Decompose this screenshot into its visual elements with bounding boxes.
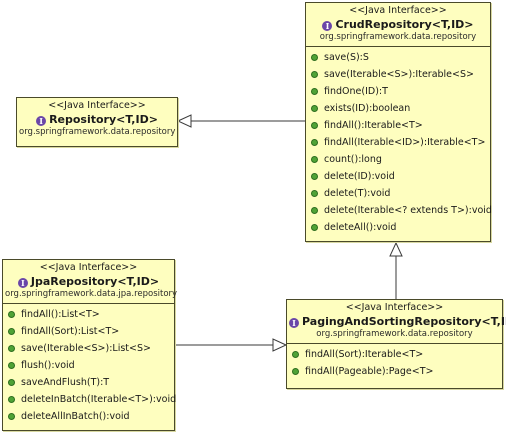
- method-list: save(S):S save(Iterable<S>):Iterable<S> …: [306, 47, 492, 238]
- interface-header: <<Java Interface>> I JpaRepository<T,ID> …: [3, 260, 178, 304]
- jpa-repository-interface[interactable]: <<Java Interface>> I JpaRepository<T,ID> …: [2, 259, 178, 431]
- interface-name: CrudRepository<T,ID>: [335, 18, 474, 31]
- method-item[interactable]: deleteInBatch(Iterable<T>):void: [3, 391, 177, 408]
- method-signature: save(Iterable<S>):List<S>: [21, 343, 151, 354]
- public-method-icon: [311, 207, 318, 214]
- method-item[interactable]: findAll():List<T>: [3, 306, 174, 323]
- public-method-icon: [8, 396, 15, 403]
- method-item[interactable]: deleteAllInBatch():void: [3, 408, 174, 425]
- method-signature: findAll(Sort):Iterable<T>: [305, 349, 424, 360]
- package-name: org.springframework.data.repository: [316, 329, 473, 339]
- method-item[interactable]: count():long: [306, 151, 490, 168]
- stereotype-label: <<Java Interface>>: [349, 5, 447, 16]
- method-signature: deleteInBatch(Iterable<T>):void: [21, 394, 177, 405]
- method-signature: findAll(Pageable):Page<T>: [305, 366, 434, 377]
- public-method-icon: [8, 413, 15, 420]
- method-item[interactable]: save(Iterable<S>):List<S>: [3, 340, 174, 357]
- method-item[interactable]: findAll(Sort):Iterable<T>: [287, 346, 502, 363]
- method-item[interactable]: findAll():Iterable<T>: [306, 117, 490, 134]
- public-method-icon: [311, 224, 318, 231]
- method-signature: save(Iterable<S>):Iterable<S>: [324, 69, 474, 80]
- method-signature: findAll(Sort):List<T>: [21, 326, 120, 337]
- repository-interface[interactable]: <<Java Interface>> I Repository<T,ID> org…: [16, 97, 178, 147]
- public-method-icon: [311, 156, 318, 163]
- method-item[interactable]: findAll(Iterable<ID>):Iterable<T>: [306, 134, 490, 151]
- method-item[interactable]: delete(Iterable<? extends T>):void: [306, 202, 492, 219]
- method-item[interactable]: findAll(Sort):List<T>: [3, 323, 174, 340]
- public-method-icon: [292, 368, 299, 375]
- package-name: org.springframework.data.jpa.repository: [5, 289, 178, 299]
- interface-name: PagingAndSortingRepository<T,ID>: [302, 315, 506, 328]
- public-method-icon: [311, 54, 318, 61]
- public-method-icon: [8, 345, 15, 352]
- method-item[interactable]: delete(ID):void: [306, 168, 490, 185]
- stereotype-label: <<Java Interface>>: [48, 100, 146, 111]
- method-item[interactable]: delete(T):void: [306, 185, 490, 202]
- crud-repository-interface[interactable]: <<Java Interface>> I CrudRepository<T,ID>…: [305, 2, 492, 242]
- interface-name-row: I CrudRepository<T,ID>: [308, 16, 488, 32]
- public-method-icon: [311, 139, 318, 146]
- public-method-icon: [311, 88, 318, 95]
- method-signature: flush():void: [21, 360, 75, 371]
- method-signature: saveAndFlush(T):T: [21, 377, 110, 388]
- public-method-icon: [8, 379, 15, 386]
- method-item[interactable]: save(Iterable<S>):Iterable<S>: [306, 66, 490, 83]
- interface-name: Repository<T,ID>: [49, 113, 158, 126]
- generalization-arrowhead: [389, 241, 403, 257]
- method-signature: delete(ID):void: [324, 171, 395, 182]
- method-signature: findOne(ID):T: [324, 86, 388, 97]
- interface-icon: I: [322, 21, 333, 31]
- public-method-icon: [311, 190, 318, 197]
- method-item[interactable]: exists(ID):boolean: [306, 100, 490, 117]
- method-signature: exists(ID):boolean: [324, 103, 411, 114]
- stereotype-label: <<Java Interface>>: [345, 302, 444, 313]
- generalization-arrowhead: [176, 114, 192, 128]
- package-name: org.springframework.data.repository: [319, 32, 477, 42]
- method-signature: deleteAll():void: [324, 222, 397, 233]
- method-signature: deleteAllInBatch():void: [21, 411, 130, 422]
- stereotype-label: <<Java Interface>>: [39, 262, 138, 273]
- public-method-icon: [311, 122, 318, 129]
- interface-icon: I: [289, 318, 299, 328]
- generalization-arrowhead: [272, 338, 288, 352]
- interface-name-row: I JpaRepository<T,ID>: [5, 273, 172, 289]
- method-signature: findAll(Iterable<ID>):Iterable<T>: [324, 137, 486, 148]
- method-item[interactable]: save(S):S: [306, 49, 490, 66]
- public-method-icon: [8, 328, 15, 335]
- method-signature: delete(T):void: [324, 188, 391, 199]
- method-signature: delete(Iterable<? extends T>):void: [324, 205, 492, 216]
- method-signature: count():long: [324, 154, 382, 165]
- interface-icon: I: [17, 278, 28, 288]
- method-list: findAll():List<T> findAll(Sort):List<T> …: [3, 304, 177, 427]
- public-method-icon: [311, 105, 318, 112]
- method-item[interactable]: deleteAll():void: [306, 219, 490, 236]
- method-item[interactable]: findOne(ID):T: [306, 83, 490, 100]
- method-signature: findAll():List<T>: [21, 309, 100, 320]
- interface-name: JpaRepository<T,ID>: [30, 275, 160, 288]
- interface-header: <<Java Interface>> I CrudRepository<T,ID>…: [306, 3, 490, 47]
- method-list: findAll(Sort):Iterable<T> findAll(Pageab…: [287, 344, 502, 382]
- package-name: org.springframework.data.repository: [19, 127, 176, 137]
- method-signature: findAll():Iterable<T>: [324, 120, 423, 131]
- interface-header: <<Java Interface>> I Repository<T,ID> org…: [17, 98, 177, 141]
- interface-header: <<Java Interface>> I PagingAndSortingRepo…: [287, 300, 506, 344]
- public-method-icon: [8, 311, 15, 318]
- method-item[interactable]: saveAndFlush(T):T: [3, 374, 174, 391]
- public-method-icon: [311, 173, 318, 180]
- interface-icon: I: [36, 116, 47, 126]
- method-item[interactable]: flush():void: [3, 357, 174, 374]
- paging-and-sorting-repository-interface[interactable]: <<Java Interface>> I PagingAndSortingRepo…: [286, 299, 506, 389]
- public-method-icon: [292, 351, 299, 358]
- public-method-icon: [8, 362, 15, 369]
- method-item[interactable]: findAll(Pageable):Page<T>: [287, 363, 502, 380]
- method-signature: save(S):S: [324, 52, 369, 63]
- interface-name-row: I PagingAndSortingRepository<T,ID>: [289, 313, 506, 329]
- interface-name-row: I Repository<T,ID>: [19, 111, 175, 127]
- public-method-icon: [311, 71, 318, 78]
